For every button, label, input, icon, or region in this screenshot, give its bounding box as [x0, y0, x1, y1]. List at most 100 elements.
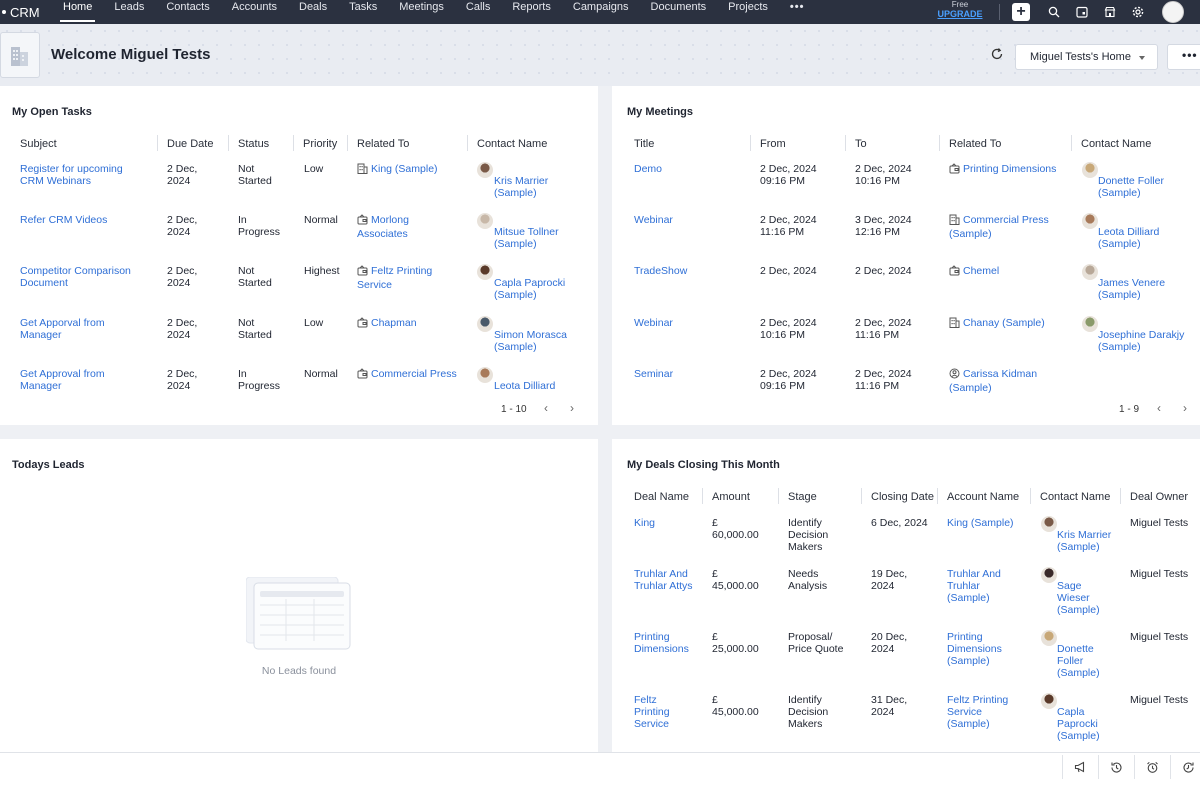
table-cell[interactable]: Printing Dimensions (Sample) — [947, 631, 1029, 667]
column-header[interactable]: Closing Date — [871, 491, 934, 503]
chevron-left-icon[interactable]: ‹ — [1157, 401, 1161, 415]
alarm-icon[interactable] — [1134, 755, 1170, 779]
nav-more-icon[interactable]: ••• — [779, 0, 816, 24]
column-header[interactable]: Deal Name — [634, 491, 689, 503]
related-link[interactable]: Chanay (Sample) — [963, 317, 1045, 329]
nav-tab-campaigns[interactable]: Campaigns — [562, 0, 640, 24]
table-cell[interactable]: King — [634, 517, 704, 529]
table-cell[interactable]: Morlong Associates — [357, 214, 465, 240]
table-cell[interactable]: Truhlar And Truhlar Attys — [634, 568, 704, 592]
chevron-right-icon[interactable]: › — [570, 401, 574, 415]
table-cell[interactable]: Webinar — [634, 317, 744, 329]
search-icon[interactable] — [1040, 0, 1068, 24]
upgrade-label[interactable]: UPGRADE — [935, 9, 985, 19]
table-cell[interactable]: Leota Dilliard — [494, 380, 594, 392]
table-cell[interactable]: Chemel — [949, 265, 1077, 279]
home-view-select[interactable]: Miguel Tests's Home — [1015, 44, 1158, 70]
table-cell[interactable]: Sage Wieser (Sample) — [1057, 580, 1121, 616]
meeting-title-link[interactable]: TradeShow — [634, 265, 687, 277]
column-header[interactable]: Priority — [303, 138, 337, 150]
related-link[interactable]: Commercial Press (Sample) — [949, 214, 1049, 240]
contact-avatar[interactable] — [1082, 316, 1098, 332]
related-link[interactable]: Feltz Printing Service — [357, 265, 432, 291]
table-cell[interactable]: Register for upcoming CRM Webinars — [20, 163, 160, 187]
column-header[interactable]: Due Date — [167, 138, 213, 150]
table-cell[interactable]: Webinar — [634, 214, 744, 226]
table-cell[interactable]: Commercial Press — [357, 368, 465, 382]
table-cell[interactable]: Truhlar And Truhlar (Sample) — [947, 568, 1029, 604]
refresh-icon[interactable] — [990, 47, 1004, 64]
column-header[interactable]: Title — [634, 138, 654, 150]
contact-avatar[interactable] — [1082, 162, 1098, 178]
column-header[interactable]: Subject — [20, 138, 57, 150]
meeting-title-link[interactable]: Demo — [634, 163, 662, 175]
nav-tab-calls[interactable]: Calls — [455, 0, 501, 24]
chevron-left-icon[interactable]: ‹ — [544, 401, 548, 415]
table-cell[interactable]: Printing Dimensions — [949, 163, 1077, 177]
table-cell[interactable]: Donette Foller (Sample) — [1098, 175, 1198, 199]
settings-gear-icon[interactable] — [1124, 0, 1152, 24]
nav-tab-deals[interactable]: Deals — [288, 0, 338, 24]
nav-tab-documents[interactable]: Documents — [640, 0, 718, 24]
table-cell[interactable]: Commercial Press (Sample) — [949, 214, 1077, 240]
more-options-button[interactable]: ••• — [1167, 44, 1200, 70]
table-cell[interactable]: Chanay (Sample) — [949, 317, 1077, 331]
meeting-title-link[interactable]: Webinar — [634, 317, 673, 329]
nav-tab-reports[interactable]: Reports — [501, 0, 562, 24]
table-cell[interactable]: Feltz Printing Service — [634, 694, 704, 730]
column-header[interactable]: Contact Name — [477, 138, 547, 150]
nav-tab-projects[interactable]: Projects — [717, 0, 779, 24]
nav-tab-accounts[interactable]: Accounts — [221, 0, 288, 24]
chevron-right-icon[interactable]: › — [1183, 401, 1187, 415]
contact-avatar[interactable] — [1041, 630, 1057, 646]
table-cell[interactable]: Feltz Printing Service (Sample) — [947, 694, 1029, 730]
column-header[interactable]: Related To — [357, 138, 409, 150]
nav-tab-home[interactable]: Home — [52, 0, 103, 24]
recent-icon[interactable] — [1170, 755, 1200, 779]
column-header[interactable]: Contact Name — [1081, 138, 1151, 150]
column-header[interactable]: From — [760, 138, 786, 150]
column-header[interactable]: Amount — [712, 491, 750, 503]
table-cell[interactable]: Mitsue Tollner (Sample) — [494, 226, 594, 250]
meeting-title-link[interactable]: Seminar — [634, 368, 673, 380]
contact-avatar[interactable] — [477, 264, 493, 280]
table-cell[interactable]: Carissa Kidman (Sample) — [949, 368, 1077, 394]
table-cell[interactable]: TradeShow — [634, 265, 744, 277]
contact-avatar[interactable] — [1041, 693, 1057, 709]
contact-avatar[interactable] — [477, 162, 493, 178]
table-cell[interactable]: Feltz Printing Service — [357, 265, 465, 291]
related-link[interactable]: Commercial Press — [371, 368, 457, 380]
table-cell[interactable]: Kris Marrier (Sample) — [1057, 529, 1121, 553]
user-avatar[interactable] — [1162, 1, 1184, 23]
contact-avatar[interactable] — [477, 316, 493, 332]
column-header[interactable]: To — [855, 138, 867, 150]
related-link[interactable]: Carissa Kidman (Sample) — [949, 368, 1037, 394]
related-link[interactable]: King (Sample) — [371, 163, 438, 175]
column-header[interactable]: Account Name — [947, 491, 1019, 503]
contact-avatar[interactable] — [1082, 264, 1098, 280]
upgrade-link[interactable]: Free UPGRADE — [935, 1, 985, 20]
table-cell[interactable]: Get Apporval from Manager — [20, 317, 160, 341]
contact-avatar[interactable] — [1041, 516, 1057, 532]
megaphone-icon[interactable] — [1062, 755, 1098, 779]
table-cell[interactable]: Simon Morasca (Sample) — [494, 329, 594, 353]
column-header[interactable]: Stage — [788, 491, 817, 503]
related-link[interactable]: Chemel — [963, 265, 999, 277]
table-cell[interactable]: James Venere (Sample) — [1098, 277, 1198, 301]
nav-tab-leads[interactable]: Leads — [103, 0, 155, 24]
meeting-title-link[interactable]: Webinar — [634, 214, 673, 226]
contact-avatar[interactable] — [477, 367, 493, 383]
column-header[interactable]: Contact Name — [1040, 491, 1110, 503]
nav-tab-contacts[interactable]: Contacts — [155, 0, 220, 24]
column-header[interactable]: Status — [238, 138, 269, 150]
contact-avatar[interactable] — [1041, 567, 1057, 583]
table-cell[interactable]: Get Approval from Manager — [20, 368, 160, 392]
table-cell[interactable]: Seminar — [634, 368, 744, 380]
marketplace-icon[interactable] — [1096, 0, 1124, 24]
table-cell[interactable]: Leota Dilliard (Sample) — [1098, 226, 1198, 250]
calendar-icon[interactable] — [1068, 0, 1096, 24]
related-link[interactable]: Printing Dimensions — [963, 163, 1056, 175]
column-header[interactable]: Related To — [949, 138, 1001, 150]
table-cell[interactable]: Chapman — [357, 317, 465, 331]
brand[interactable]: CRM — [0, 5, 52, 20]
